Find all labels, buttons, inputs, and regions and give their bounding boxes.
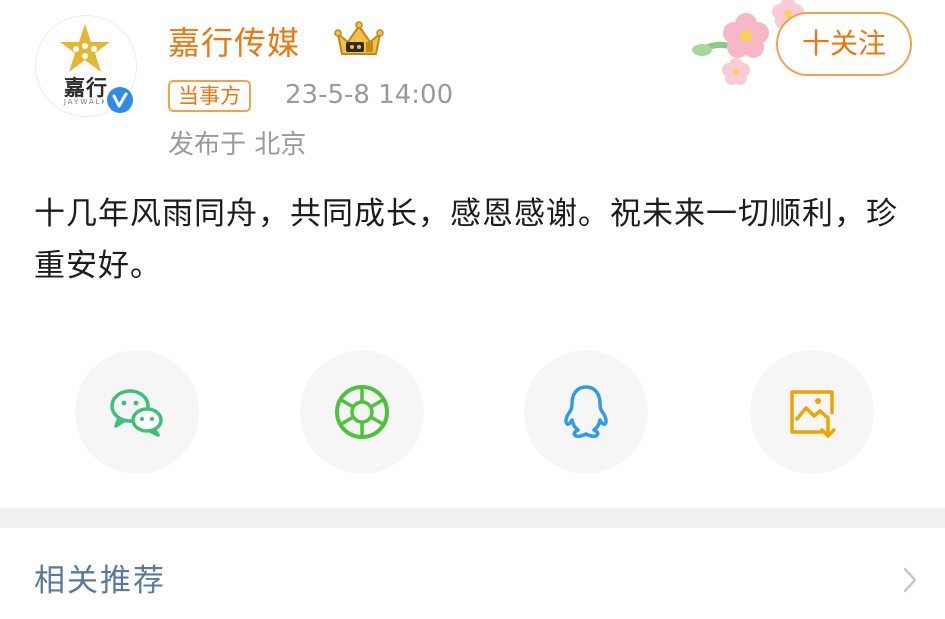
share-moments-button[interactable] (300, 350, 424, 474)
save-image-icon (790, 390, 836, 438)
crown-vip-icon (334, 21, 384, 55)
chevron-right-icon[interactable] (900, 566, 920, 594)
qq-icon (564, 385, 608, 438)
share-qq-button[interactable] (524, 350, 648, 474)
verified-icon (107, 87, 133, 113)
wechat-icon (110, 389, 163, 437)
verified-badge (104, 84, 136, 116)
post-timestamp: 23-5-8 14:00 (285, 80, 454, 110)
post-location: 发布于 北京 (168, 130, 307, 160)
save-image-button[interactable] (750, 350, 874, 474)
moments-icon (335, 385, 389, 439)
share-wechat-button[interactable] (75, 350, 199, 474)
post-content: 十几年风雨同舟，共同成长，感恩感谢。祝未来一切顺利，珍重安好。 (34, 196, 898, 284)
party-badge: 当事方 (168, 80, 251, 112)
section-divider (0, 508, 945, 528)
weibo-post-page: 嘉行 JAYWALK 嘉行传媒 当事方 23-5-8 14:00 发布于 北京 (0, 0, 945, 619)
follow-button[interactable]: 十关注 (776, 12, 912, 76)
related-recommendations-link[interactable]: 相关推荐 (34, 555, 166, 600)
author-name[interactable]: 嘉行传媒 (168, 18, 300, 64)
star-logo-icon (60, 24, 110, 72)
